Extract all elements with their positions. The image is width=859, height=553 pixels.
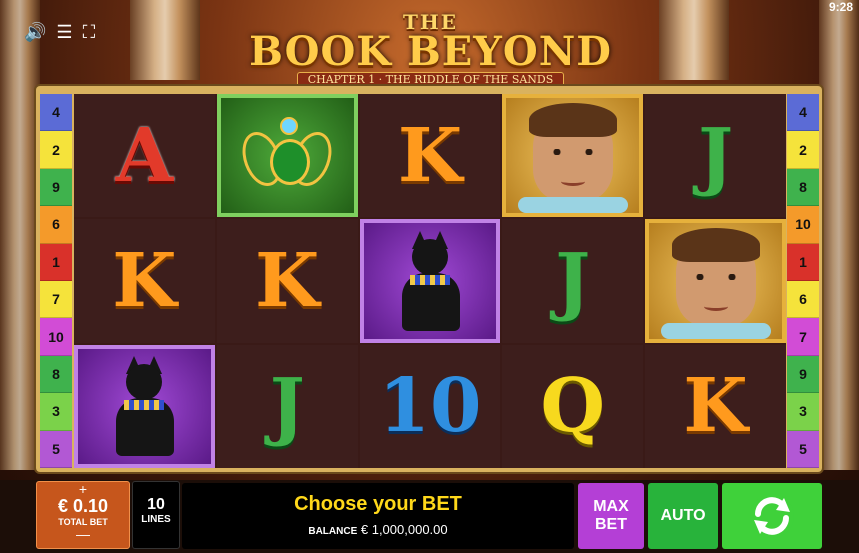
spin-icon <box>750 494 794 538</box>
payline-marker: 6 <box>787 281 819 319</box>
balance-value: € 1,000,000.00 <box>360 522 448 537</box>
payline-marker: 5 <box>787 430 819 469</box>
reel-cell <box>502 94 644 218</box>
balance-display: BALANCE € 1,000,000.00 <box>182 522 574 537</box>
symbol-j: J <box>269 363 305 450</box>
reel-cell <box>216 94 358 218</box>
payline-marker: 1 <box>40 243 72 282</box>
payline-marker: 2 <box>787 131 819 169</box>
payline-marker: 2 <box>40 131 72 169</box>
payline-marker: 5 <box>40 430 72 469</box>
choose-bet-message: Choose your BET <box>294 493 462 515</box>
explorer-symbol <box>528 102 617 201</box>
payline-marker: 1 <box>787 243 819 282</box>
reel-cell: J <box>216 344 358 468</box>
reel-cell <box>359 219 501 343</box>
payline-marker: 8 <box>787 168 819 207</box>
fullscreen-icon[interactable]: ⛶ <box>83 22 96 43</box>
symbol-j: J <box>698 112 734 199</box>
explorer-symbol <box>671 227 760 326</box>
reel-cell: K <box>359 94 501 218</box>
payline-marker: 10 <box>787 206 819 244</box>
sound-icon[interactable]: 🔊 <box>24 22 46 43</box>
reel-cell: 10 <box>359 344 501 468</box>
symbol-k: K <box>683 363 748 450</box>
control-bar: + € 0.10 TOTAL BET — 10 LINES Choose you… <box>0 480 859 553</box>
payline-marker: 7 <box>787 318 819 356</box>
reel-cell <box>645 219 786 343</box>
symbol-a: A <box>115 112 174 199</box>
balance-label: BALANCE <box>308 526 358 537</box>
auto-button[interactable]: AUTO <box>648 483 718 549</box>
symbol-j: J <box>555 237 591 324</box>
pillar-left-inner <box>130 0 200 80</box>
pillar-right-inner <box>659 0 729 80</box>
lines-display: 10 LINES <box>132 481 180 549</box>
symbol-10: 10 <box>378 363 482 450</box>
payline-marker: 9 <box>787 355 819 394</box>
payline-markers-right: 4 2 8 10 1 6 7 9 3 5 <box>787 94 819 469</box>
bet-decrease-button[interactable]: — <box>37 527 129 541</box>
system-controls: 🔊 ☰ ⛶ <box>24 22 95 43</box>
payline-marker: 7 <box>40 281 72 319</box>
bet-increase-button[interactable]: + <box>37 482 129 496</box>
symbol-k: K <box>397 112 463 199</box>
payline-marker: 3 <box>40 393 72 431</box>
payline-marker: 3 <box>787 393 819 431</box>
payline-marker: 6 <box>40 206 72 244</box>
game-logo: THE BOOK BEYOND CHAPTER 1 · THE RIDDLE O… <box>238 10 623 87</box>
total-bet-control: + € 0.10 TOTAL BET — <box>36 481 130 549</box>
payline-marker: 4 <box>40 94 72 132</box>
spin-button[interactable] <box>722 483 822 549</box>
pillar-left <box>0 0 40 470</box>
reel-cell: J <box>502 219 644 343</box>
payline-marker: 9 <box>40 168 72 207</box>
logo-title: BOOK BEYOND <box>249 28 612 75</box>
lines-value: 10 <box>147 496 165 513</box>
pillar-right <box>819 0 859 470</box>
reel-cell: K <box>216 219 358 343</box>
symbol-k: K <box>112 237 177 324</box>
cat-symbol <box>390 230 470 331</box>
symbol-k: K <box>255 237 320 324</box>
total-bet-value: € 0.10 <box>57 496 109 516</box>
reel-cell: A <box>74 94 215 218</box>
symbol-q: Q <box>540 363 606 450</box>
logo-subtitle: CHAPTER 1 · THE RIDDLE OF THE SANDS <box>296 72 565 87</box>
reel-cell: K <box>645 344 786 468</box>
cat-symbol <box>104 356 184 457</box>
message-panel: Choose your BET BALANCE € 1,000,000.00 <box>182 483 574 549</box>
scarab-symbol <box>235 111 339 201</box>
reel-cell: J <box>645 94 786 218</box>
reel-cell <box>74 344 215 468</box>
lines-label: LINES <box>141 514 171 525</box>
payline-markers-left: 4 2 9 6 1 7 10 8 3 5 <box>40 94 72 469</box>
payline-marker: 8 <box>40 355 72 394</box>
payline-marker: 4 <box>787 94 819 132</box>
max-bet-button[interactable]: MAX BET <box>578 483 644 549</box>
reel-grid: A K J K K J J 10 Q K <box>74 94 786 468</box>
menu-icon[interactable]: ☰ <box>56 22 72 43</box>
status-time: 9:28 <box>828 0 853 14</box>
reel-cell: Q <box>502 344 644 468</box>
reel-cell: K <box>74 219 215 343</box>
payline-marker: 10 <box>40 318 72 356</box>
